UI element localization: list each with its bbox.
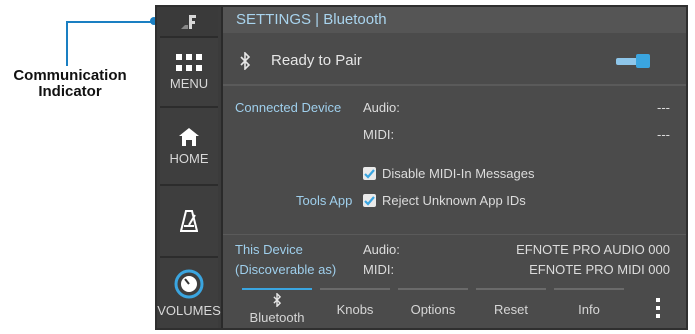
pairing-row[interactable]: Ready to Pair [223,40,686,86]
callout-label: Communication Indicator [13,67,127,100]
this-device-audio-value: EFNOTE PRO AUDIO 000 [516,242,670,257]
this-device-midi-label: MIDI: [363,262,395,277]
main-panel: SETTINGS | Bluetooth Ready to Pair Conne… [223,7,686,328]
checkmark-icon [364,169,375,179]
sidebar-item-label: MENU [169,75,209,91]
pairing-toggle[interactable] [616,54,650,68]
efnote-logo-icon [181,14,196,29]
disable-midi-in-label: Disable MIDI-In Messages [382,166,535,181]
tab-bluetooth[interactable]: Bluetooth [238,288,316,328]
bluetooth-icon [240,52,251,70]
this-device-audio-label: Audio: [363,242,400,257]
kebab-menu-icon [656,298,660,318]
reject-unknown-ids-checkbox[interactable] [363,194,376,207]
tab-options[interactable]: Options [394,288,472,328]
bluetooth-icon [273,293,282,307]
communication-indicator [160,7,218,38]
tab-knobs[interactable]: Knobs [316,288,394,328]
sidebar-item-label: HOME [169,150,209,166]
grid-icon [176,53,202,71]
discoverable-as-label: (Discoverable as) [235,262,337,277]
sidebar-item-metronome[interactable] [160,186,218,258]
tab-info[interactable]: Info [550,288,628,328]
device-screen: MENU HOME VOLUMES SETTINGS | Bluetooth R… [155,5,688,330]
home-icon [179,127,199,146]
disable-midi-in-checkbox[interactable] [363,167,376,180]
sidebar-item-volumes[interactable]: VOLUMES [157,258,221,328]
callout-line [66,22,68,66]
reject-unknown-ids-label: Reject Unknown App IDs [382,193,526,208]
sidebar: MENU HOME VOLUMES [157,7,223,328]
this-device-midi-value: EFNOTE PRO MIDI 000 [529,262,670,277]
metronome-icon [180,210,198,232]
connected-midi-value: --- [657,127,670,142]
connected-audio-value: --- [657,100,670,115]
volume-knob-icon [174,269,204,298]
sidebar-item-home[interactable]: HOME [160,108,218,186]
tab-bar: Bluetooth Knobs Options Reset Info [223,288,686,328]
connected-device-label: Connected Device [235,100,342,115]
connected-audio-label: Audio: [363,100,400,115]
divider [223,234,686,235]
pairing-status: Ready to Pair [271,52,362,69]
checkmark-icon [364,196,375,206]
this-device-label: This Device [235,242,303,257]
page-title: SETTINGS | Bluetooth [223,7,686,33]
sidebar-item-menu[interactable]: MENU [160,38,218,108]
connected-midi-label: MIDI: [363,127,395,142]
tools-app-label: Tools App [296,193,353,208]
sidebar-item-label: VOLUMES [157,302,221,318]
more-options-button[interactable] [643,288,673,328]
tab-reset[interactable]: Reset [472,288,550,328]
callout-line [66,21,154,23]
